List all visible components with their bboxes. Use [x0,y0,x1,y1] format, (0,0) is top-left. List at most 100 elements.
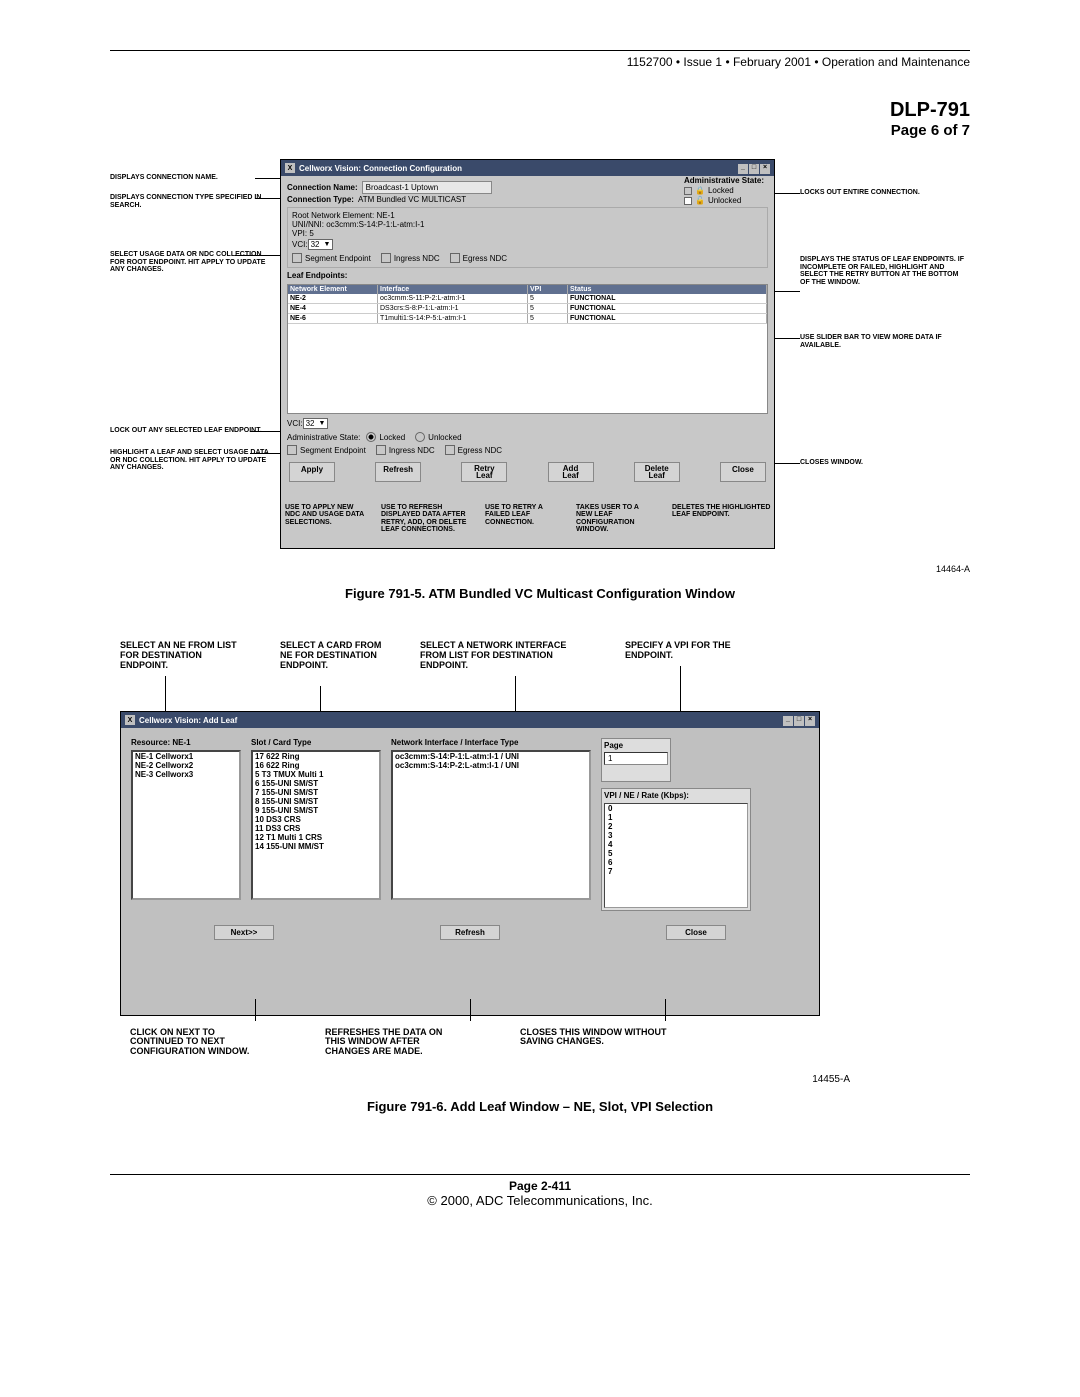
vci-label: VCI: [292,240,308,249]
list-item[interactable]: 6 155-UNI SM/ST [253,779,379,788]
delete-leaf-button[interactable]: Delete Leaf [634,462,680,482]
close-button[interactable]: Close [720,462,766,482]
list-item[interactable]: 8 155-UNI SM/ST [253,797,379,806]
vpi-list[interactable]: 0 1 2 3 4 5 6 7 [604,803,748,908]
list-item[interactable]: 16 622 Ring [253,761,379,770]
callout-f2-c4: SPECIFY A VPI FOR THE ENDPOINT. [625,641,775,661]
apply-button[interactable]: Apply [289,462,335,482]
window-controls[interactable]: _□× [737,162,770,174]
slot-label: Slot / Card Type [251,738,381,747]
callout-l4: LOCK OUT ANY SELECTED LEAF ENDPOINT. [110,427,270,435]
resource-list[interactable]: NE-1 Cellworx1 NE-2 Cellworx2 NE-3 Cellw… [131,750,241,900]
conn-name-field[interactable]: Broadcast-1 Uptown [362,181,492,194]
add-leaf-titlebar[interactable]: X Cellworx Vision: Add Leaf _□× [121,712,819,728]
list-item[interactable]: 5 T3 TMUX Multi 1 [253,770,379,779]
vpi: VPI: 5 [292,229,763,238]
table-row[interactable]: NE-2oc3cmm:S-11:P-2:L-atm:I-15FUNCTIONAL [288,294,767,304]
window-controls[interactable]: _□× [782,714,815,726]
refresh-button-2[interactable]: Refresh [440,925,500,940]
list-item[interactable]: NE-2 Cellworx2 [133,761,239,770]
list-item[interactable]: 14 155-UNI MM/ST [253,842,379,851]
list-item[interactable]: NE-3 Cellworx3 [133,770,239,779]
callout-apply: USE TO APPLY NEW NDC AND USAGE DATA SELE… [285,504,365,533]
egress-ndc-check[interactable]: Egress NDC [450,253,507,263]
list-item[interactable]: 9 155-UNI SM/ST [253,806,379,815]
list-item[interactable]: 17 622 Ring [253,752,379,761]
config-window: X Cellworx Vision: Connection Configurat… [280,159,775,549]
close-button-2[interactable]: Close [666,925,726,940]
callout-add: TAKES USER TO A NEW LEAF CONFIGURATION W… [576,504,656,533]
uni-nni: UNI/NNI: oc3cmm:S-14:P-1:L-atm:I-1 [292,220,763,229]
callout-f2-refresh: REFRESHES THE DATA ON THIS WINDOW AFTER … [325,1028,465,1056]
egress-ndc-check2[interactable]: Egress NDC [445,445,502,455]
page-box: Page 1 [601,738,671,782]
add-leaf-button[interactable]: Add Leaf [548,462,594,482]
callout-f2-c1: SELECT AN NE FROM LIST FOR DESTINATION E… [120,641,250,671]
callout-l1: DISPLAYS CONNECTION NAME. [110,174,270,182]
next-button[interactable]: Next>> [214,925,274,940]
list-item[interactable]: 1 [605,813,747,822]
list-item[interactable]: oc3cmm:S-14:P-1:L-atm:I-1 / UNI [393,752,589,761]
list-item[interactable]: 5 [605,849,747,858]
callout-r1: LOCKS OUT ENTIRE CONNECTION. [800,189,960,197]
retry-leaf-button[interactable]: Retry Leaf [461,462,507,482]
list-item[interactable]: NE-1 Cellworx1 [133,752,239,761]
list-item[interactable]: oc3cmm:S-14:P-2:L-atm:I-1 / UNI [393,761,589,770]
list-item[interactable]: 4 [605,840,747,849]
unlocked-label: Unlocked [708,196,741,205]
vpi-rate-box: VPI / NE / Rate (Kbps): 0 1 2 3 4 5 6 7 [601,788,751,911]
config-window-title: Cellworx Vision: Connection Configuratio… [299,164,462,173]
vci-dropdown[interactable]: 32▼ [308,239,334,250]
locked-radio[interactable]: Locked [366,432,405,442]
callout-f2-close: CLOSES THIS WINDOW WITHOUT SAVING CHANGE… [520,1028,700,1056]
close-icon[interactable]: X [125,715,135,725]
root-ne: Root Network Element: NE-1 [292,211,763,220]
dlp-title: DLP-791 [110,99,970,122]
figure2-caption: Figure 791-6. Add Leaf Window – NE, Slot… [110,1099,970,1114]
callout-r3: USE SLIDER BAR TO VIEW MORE DATA IF AVAI… [800,334,960,349]
callout-l2: DISPLAYS CONNECTION TYPE SPECIFIED IN SE… [110,194,270,209]
list-item[interactable]: 11 DS3 CRS [253,824,379,833]
callout-l5: HIGHLIGHT A LEAF AND SELECT USAGE DATA O… [110,449,270,472]
admin-state-label: Administrative State: [684,176,764,185]
callout-delete: DELETES THE HIGHLIGHTED LEAF ENDPOINT. [672,504,782,533]
list-item[interactable]: 7 155-UNI SM/ST [253,788,379,797]
list-item[interactable]: 0 [605,804,747,813]
table-row[interactable]: NE-4DS3crs:S-8:P-1:L-atm:I-15FUNCTIONAL [288,304,767,314]
config-window-titlebar[interactable]: X Cellworx Vision: Connection Configurat… [281,160,774,176]
callout-retry: USE TO RETRY A FAILED LEAF CONNECTION. [485,504,560,533]
locked-label: Locked [708,186,734,195]
vci2-dropdown[interactable]: 32▼ [303,418,329,429]
figure-number: 14464-A [936,564,970,574]
slot-list[interactable]: 17 622 Ring 16 622 Ring 5 T3 TMUX Multi … [251,750,381,900]
leaf-endpoints-table[interactable]: Network Element Interface VPI Status NE-… [287,284,768,414]
refresh-button[interactable]: Refresh [375,462,421,482]
page-of: Page 6 of 7 [110,122,970,139]
callout-f2-c3: SELECT A NETWORK INTERFACE FROM LIST FOR… [420,641,590,671]
list-item[interactable]: 10 DS3 CRS [253,815,379,824]
segment-endpoint-check2[interactable]: Segment Endpoint [287,445,366,455]
callout-refresh: USE TO REFRESH DISPLAYED DATA AFTER RETR… [381,504,469,533]
list-item[interactable]: 6 [605,858,747,867]
page-value: 1 [604,752,668,765]
list-item[interactable]: 2 [605,822,747,831]
list-item[interactable]: 7 [605,867,747,876]
admin-state2-label: Administrative State: [287,433,360,442]
footer-page: Page 2-411 [110,1179,970,1193]
list-item[interactable]: 3 [605,831,747,840]
table-row[interactable]: NE-6T1multi1:S-14:P-5:L-atm:I-15FUNCTION… [288,314,767,324]
add-leaf-window-title: Cellworx Vision: Add Leaf [139,716,237,725]
footer-copyright: © 2000, ADC Telecommunications, Inc. [110,1193,970,1208]
figure2-number: 14455-A [110,1074,850,1085]
unlocked-radio[interactable]: Unlocked [415,432,461,442]
ingress-ndc-check[interactable]: Ingress NDC [381,253,440,263]
list-item[interactable]: 12 T1 Multi 1 CRS [253,833,379,842]
close-icon[interactable]: X [285,163,295,173]
net-list[interactable]: oc3cmm:S-14:P-1:L-atm:I-1 / UNI oc3cmm:S… [391,750,591,900]
ingress-ndc-check2[interactable]: Ingress NDC [376,445,435,455]
net-label: Network Interface / Interface Type [391,738,591,747]
figure1-caption: Figure 791-5. ATM Bundled VC Multicast C… [110,586,970,601]
running-header: 1152700 • Issue 1 • February 2001 • Oper… [110,55,970,69]
leaf-endpoints-label: Leaf Endpoints: [287,271,764,280]
segment-endpoint-check[interactable]: Segment Endpoint [292,253,371,263]
